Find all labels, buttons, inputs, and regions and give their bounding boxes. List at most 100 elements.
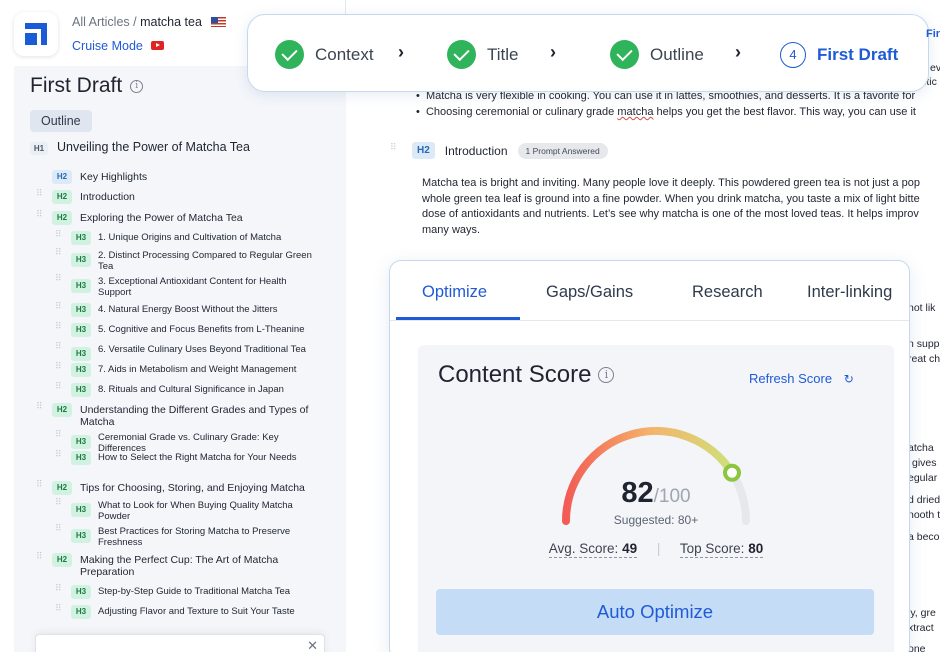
- drag-handle-icon[interactable]: ⠿: [390, 143, 398, 156]
- text-fragment: n supp: [908, 338, 940, 350]
- drag-handle-icon[interactable]: ⠿: [55, 248, 63, 261]
- text-fragment: xtract: [908, 622, 934, 634]
- outline-item-label: Understanding the Different Grades and T…: [80, 404, 309, 428]
- close-icon[interactable]: ✕: [307, 638, 318, 652]
- prompt-answered-badge[interactable]: 1 Prompt Answered: [517, 142, 608, 159]
- section-label[interactable]: Introduction: [445, 144, 508, 158]
- outline-item-label: 6. Versatile Culinary Uses Beyond Tradit…: [98, 344, 306, 355]
- drag-handle-icon[interactable]: ⠿: [55, 450, 63, 463]
- drag-handle-icon[interactable]: ⠿: [55, 382, 63, 395]
- text-fragment: one: [908, 643, 926, 652]
- left-panel: All Articles / matcha tea Cruise Mode Fi…: [0, 0, 346, 652]
- avg-score-value: 49: [622, 541, 638, 556]
- h2-tag: H2: [52, 211, 72, 225]
- youtube-icon: [151, 41, 165, 50]
- outline-item-label: Key Highlights: [80, 171, 148, 183]
- h1-tag: H1: [30, 142, 48, 155]
- info-icon[interactable]: i: [130, 80, 144, 93]
- step-label: Outline: [650, 44, 704, 64]
- progress-stepper: Context › Title › Outline › 4 First Draf…: [247, 14, 929, 92]
- drag-handle-icon[interactable]: ⠿: [55, 362, 63, 375]
- popup-panel: ✕: [35, 634, 325, 652]
- tab-optimize[interactable]: Optimize: [422, 283, 487, 302]
- para-line: many ways.: [422, 224, 481, 237]
- content-score-title: Content Score i: [438, 361, 615, 389]
- avg-score[interactable]: Avg. Score: 49: [548, 541, 638, 558]
- drag-handle-icon[interactable]: ⠿: [55, 302, 63, 315]
- refresh-icon: ↻: [843, 372, 854, 386]
- outline-item-label: Ceremonial Grade vs. Culinary Grade: Key…: [98, 432, 279, 454]
- drag-handle-icon[interactable]: ⠿: [55, 322, 63, 335]
- h2-tag: H2: [52, 403, 72, 417]
- h3-tag: H3: [71, 605, 91, 619]
- top-score[interactable]: Top Score: 80: [679, 541, 764, 558]
- para-line: whole green tea leaf is ground into a fi…: [422, 192, 920, 205]
- tab-research[interactable]: Research: [692, 283, 763, 302]
- app-logo[interactable]: [14, 12, 58, 56]
- top-score-value: 80: [748, 541, 764, 556]
- checkmark-icon: [275, 40, 304, 69]
- outline-item-label: What to Look for When Buying Quality Mat…: [98, 500, 293, 522]
- outline-item-label: Tips for Choosing, Storing, and Enjoying…: [80, 482, 305, 494]
- step-first-draft[interactable]: 4 First Draft: [780, 42, 898, 68]
- tab-gaps-gains[interactable]: Gaps/Gains: [546, 283, 633, 302]
- step-label: Title: [487, 44, 519, 64]
- checkmark-icon: [447, 40, 476, 69]
- h3-tag: H3: [71, 323, 91, 337]
- h3-tag: H3: [71, 503, 91, 517]
- score-value: 82: [621, 477, 654, 509]
- text-fragment: gives: [912, 457, 937, 469]
- drag-handle-icon[interactable]: ⠿: [36, 210, 44, 223]
- drag-handle-icon[interactable]: ⠿: [36, 552, 44, 565]
- text-fragment: ev: [930, 62, 940, 74]
- drag-handle-icon[interactable]: ⠿: [55, 430, 63, 443]
- checkmark-icon: [610, 40, 639, 69]
- outline-item-label: Making the Perfect Cup: The Art of Match…: [80, 554, 279, 578]
- outline-item-label: 1. Unique Origins and Cultivation of Mat…: [98, 232, 282, 243]
- step-context[interactable]: Context: [275, 40, 374, 69]
- drag-handle-icon[interactable]: ⠿: [36, 402, 44, 415]
- step-title[interactable]: Title: [447, 40, 519, 69]
- auto-optimize-button[interactable]: Auto Optimize: [436, 589, 874, 635]
- content-score-card: Content Score i Refresh Score ↻ 82/100 Su…: [418, 345, 894, 652]
- outline-item-label: Best Practices for Storing Matcha to Pre…: [98, 526, 291, 548]
- intro-paragraph[interactable]: Matcha tea is bright and inviting. Many …: [422, 176, 940, 239]
- drag-handle-icon[interactable]: ⠿: [36, 480, 44, 493]
- drag-handle-icon[interactable]: ⠿: [55, 524, 63, 537]
- h3-tag: H3: [71, 585, 91, 599]
- info-icon[interactable]: i: [598, 367, 615, 383]
- outline-button[interactable]: Outline: [30, 110, 92, 132]
- step-label-overflow: Fir: [926, 28, 940, 40]
- h3-tag: H3: [71, 253, 91, 267]
- para-line: dose of antioxidants and nutrients. Let’…: [422, 208, 919, 221]
- drag-handle-icon[interactable]: ⠿: [55, 604, 63, 617]
- benchmark-scores: Avg. Score: 49 | Top Score: 80: [418, 541, 894, 558]
- step-number: 4: [780, 42, 806, 68]
- avg-score-label: Avg. Score:: [548, 541, 619, 556]
- refresh-score-button[interactable]: Refresh Score ↻: [749, 371, 854, 386]
- bullet-text-pre: Choosing ceremonial or culinary grade: [425, 106, 618, 118]
- h2-tag: H2: [412, 142, 435, 159]
- drag-handle-icon[interactable]: ⠿: [55, 342, 63, 355]
- text-fragment: d dried: [908, 494, 940, 506]
- outline-item-label: 2. Distinct Processing Compared to Regul…: [98, 250, 312, 272]
- score-max: /100: [653, 486, 691, 507]
- outline-item-label: Adjusting Flavor and Texture to Suit You…: [98, 606, 295, 617]
- step-label: Context: [315, 44, 374, 64]
- drag-handle-icon[interactable]: ⠿: [55, 230, 63, 243]
- outline-item-label: 5. Cognitive and Focus Benefits from L-T…: [98, 324, 305, 335]
- drag-handle-icon[interactable]: ⠿: [55, 274, 63, 287]
- step-outline[interactable]: Outline: [610, 40, 704, 69]
- drag-handle-icon[interactable]: ⠿: [55, 498, 63, 511]
- breadcrumb-all-articles[interactable]: All Articles /: [72, 15, 137, 29]
- chevron-right-icon: ›: [735, 42, 741, 62]
- outline-item-label: Exploring the Power of Matcha Tea: [80, 212, 243, 224]
- tab-bar: Optimize Gaps/Gains Research Inter-linki…: [390, 261, 909, 321]
- drag-handle-icon[interactable]: ⠿: [36, 189, 44, 202]
- text-fragment: atcha: [908, 442, 934, 454]
- cruise-mode-link[interactable]: Cruise Mode: [72, 39, 165, 53]
- misspelled-word[interactable]: matcha: [617, 106, 653, 118]
- h3-tag: H3: [71, 303, 91, 317]
- drag-handle-icon[interactable]: ⠿: [55, 584, 63, 597]
- tab-inter-linking[interactable]: Inter-linking: [807, 283, 892, 302]
